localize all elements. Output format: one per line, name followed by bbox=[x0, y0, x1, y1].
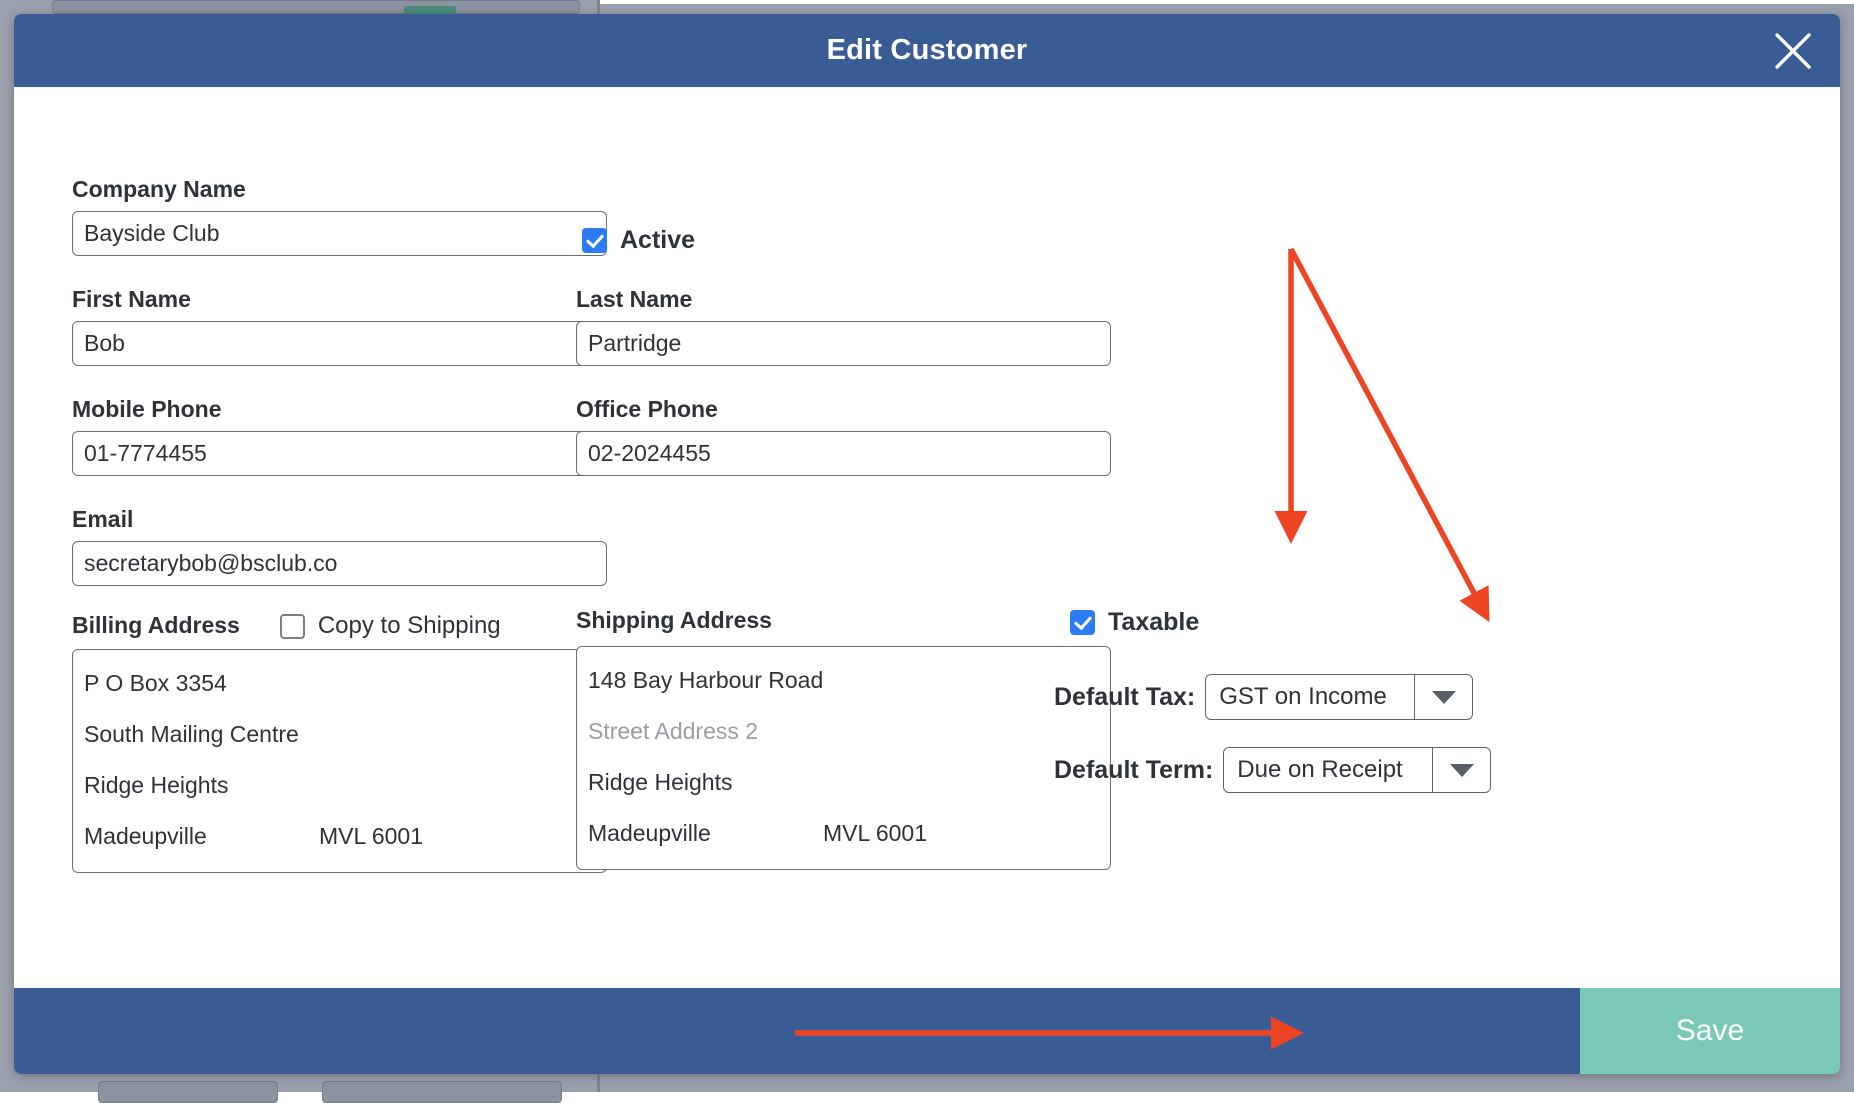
chevron-down-icon[interactable] bbox=[1432, 748, 1490, 792]
modal-title: Edit Customer bbox=[827, 34, 1028, 67]
last-name-input[interactable] bbox=[576, 321, 1111, 366]
billing-address-postcode[interactable]: MVL 6001 bbox=[319, 811, 423, 862]
default-term-value: Due on Receipt bbox=[1224, 748, 1432, 792]
copy-to-shipping-checkbox[interactable] bbox=[280, 614, 305, 639]
shipping-address-city-row[interactable]: Madeupville MVL 6001 bbox=[588, 808, 1099, 859]
company-name-label: Company Name bbox=[72, 177, 607, 202]
active-checkbox[interactable] bbox=[582, 228, 607, 253]
company-name-group: Company Name bbox=[72, 177, 607, 256]
company-name-input[interactable] bbox=[72, 211, 607, 256]
office-phone-label: Office Phone bbox=[576, 397, 1111, 422]
first-name-label: First Name bbox=[72, 287, 607, 312]
edit-customer-modal: Edit Customer Company Name Active First … bbox=[14, 14, 1840, 1074]
copy-to-shipping-row[interactable]: Copy to Shipping bbox=[280, 612, 501, 640]
last-name-group: Last Name bbox=[576, 287, 1111, 366]
taxable-checkbox-row[interactable]: Taxable bbox=[1070, 608, 1199, 637]
last-name-label: Last Name bbox=[576, 287, 1111, 312]
billing-address-line1[interactable]: P O Box 3354 bbox=[84, 658, 595, 709]
backdrop-bar-top bbox=[52, 0, 580, 14]
shipping-address-postcode[interactable]: MVL 6001 bbox=[823, 808, 927, 859]
email-label: Email bbox=[72, 507, 607, 532]
taxable-checkbox[interactable] bbox=[1070, 610, 1095, 635]
shipping-address-line1[interactable]: 148 Bay Harbour Road bbox=[588, 655, 1099, 706]
default-tax-label: Default Tax: bbox=[1054, 683, 1195, 712]
default-term-label: Default Term: bbox=[1054, 756, 1213, 785]
email-input[interactable] bbox=[72, 541, 607, 586]
active-label: Active bbox=[620, 226, 695, 255]
modal-header: Edit Customer bbox=[14, 14, 1840, 87]
shipping-address-city[interactable]: Madeupville bbox=[588, 808, 823, 859]
default-tax-row: Default Tax: GST on Income bbox=[1054, 674, 1473, 720]
first-name-input[interactable] bbox=[72, 321, 607, 366]
shipping-address-label: Shipping Address bbox=[576, 608, 1111, 633]
close-icon[interactable] bbox=[1770, 28, 1816, 74]
active-checkbox-row[interactable]: Active bbox=[582, 226, 695, 255]
taxable-label: Taxable bbox=[1108, 608, 1199, 637]
billing-address-city[interactable]: Madeupville bbox=[84, 811, 319, 862]
default-tax-select[interactable]: GST on Income bbox=[1205, 674, 1473, 720]
backdrop-bar-bottom-left bbox=[98, 1081, 278, 1103]
default-term-select[interactable]: Due on Receipt bbox=[1223, 747, 1491, 793]
mobile-phone-group: Mobile Phone bbox=[72, 397, 607, 476]
billing-address-city-row[interactable]: Madeupville MVL 6001 bbox=[84, 811, 595, 862]
mobile-phone-label: Mobile Phone bbox=[72, 397, 607, 422]
first-name-group: First Name bbox=[72, 287, 607, 366]
office-phone-group: Office Phone bbox=[576, 397, 1111, 476]
billing-address-label: Billing Address bbox=[72, 613, 240, 638]
billing-address-box[interactable]: P O Box 3354 South Mailing Centre Ridge … bbox=[72, 649, 607, 873]
default-term-row: Default Term: Due on Receipt bbox=[1054, 747, 1491, 793]
chevron-down-icon[interactable] bbox=[1414, 675, 1472, 719]
modal-body: Company Name Active First Name Last Name… bbox=[14, 87, 1840, 988]
backdrop-bar-bottom-right bbox=[322, 1081, 562, 1103]
default-tax-value: GST on Income bbox=[1206, 675, 1414, 719]
modal-footer: Save bbox=[14, 988, 1840, 1074]
mobile-phone-input[interactable] bbox=[72, 431, 607, 476]
office-phone-input[interactable] bbox=[576, 431, 1111, 476]
email-group: Email bbox=[72, 507, 607, 586]
copy-to-shipping-label: Copy to Shipping bbox=[318, 612, 501, 640]
shipping-address-box[interactable]: 148 Bay Harbour Road Street Address 2 Ri… bbox=[576, 646, 1111, 870]
shipping-address-line3[interactable]: Ridge Heights bbox=[588, 757, 1099, 808]
shipping-address-group: Shipping Address 148 Bay Harbour Road St… bbox=[576, 608, 1111, 870]
save-button[interactable]: Save bbox=[1580, 988, 1840, 1074]
billing-address-group: Billing Address Copy to Shipping P O Box… bbox=[72, 612, 607, 873]
billing-address-line3[interactable]: Ridge Heights bbox=[84, 760, 595, 811]
shipping-address-line2-placeholder[interactable]: Street Address 2 bbox=[588, 706, 1099, 757]
billing-address-line2[interactable]: South Mailing Centre bbox=[84, 709, 595, 760]
